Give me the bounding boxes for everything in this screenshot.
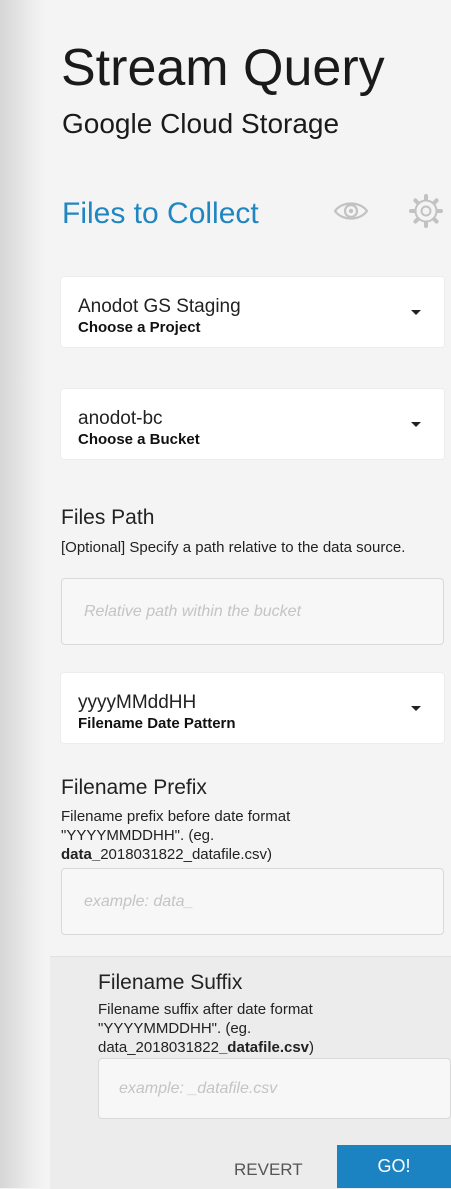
date-pattern-dropdown[interactable]: yyyyMMddHH Filename Date Pattern <box>61 673 444 743</box>
go-button[interactable]: GO! <box>337 1145 451 1188</box>
stream-query-panel: Stream Query Google Cloud Storage Files … <box>0 0 451 1189</box>
page-title: Stream Query <box>61 39 385 97</box>
filename-prefix-description: Filename prefix before date format "YYYY… <box>61 807 336 864</box>
chevron-down-icon <box>411 422 421 427</box>
date-pattern-label: Filename Date Pattern <box>78 715 236 732</box>
revert-button[interactable]: REVERT <box>234 1160 303 1180</box>
files-path-input[interactable] <box>61 578 444 645</box>
filename-suffix-description: Filename suffix after date format "YYYYM… <box>98 1000 348 1057</box>
bucket-value: anodot-bc <box>78 408 163 429</box>
prefix-example-rest: 2018031822_datafile.csv) <box>100 846 272 863</box>
project-label: Choose a Project <box>78 319 201 336</box>
filename-prefix-input[interactable] <box>61 868 444 935</box>
bucket-label: Choose a Bucket <box>78 431 200 448</box>
prefix-example-bold: data_ <box>61 846 101 863</box>
gear-icon[interactable] <box>408 193 444 229</box>
suffix-description-lead: Filename suffix after date format "YYYYM… <box>98 1001 313 1037</box>
files-path-title: Files Path <box>61 506 155 529</box>
section-title: Files to Collect <box>62 197 259 230</box>
filename-prefix-title: Filename Prefix <box>61 776 207 799</box>
filename-suffix-title: Filename Suffix <box>98 971 243 994</box>
suffix-example-bold: _datafile.csv <box>218 1039 310 1056</box>
project-dropdown[interactable]: Anodot GS Staging Choose a Project <box>61 277 444 347</box>
prefix-description-lead: Filename prefix before date format "YYYY… <box>61 808 291 844</box>
files-path-description: [Optional] Specify a path relative to th… <box>61 539 406 556</box>
page-subtitle: Google Cloud Storage <box>62 108 340 139</box>
suffix-example-start: data_2018031822 <box>98 1039 219 1056</box>
filename-suffix-input[interactable] <box>98 1058 451 1119</box>
bucket-dropdown[interactable]: anodot-bc Choose a Bucket <box>61 389 444 459</box>
suffix-example-end: ) <box>309 1039 315 1056</box>
chevron-down-icon <box>411 706 421 711</box>
project-value: Anodot GS Staging <box>78 296 241 317</box>
date-pattern-value: yyyyMMddHH <box>78 692 197 713</box>
eye-icon[interactable] <box>333 193 369 229</box>
chevron-down-icon <box>411 310 421 315</box>
